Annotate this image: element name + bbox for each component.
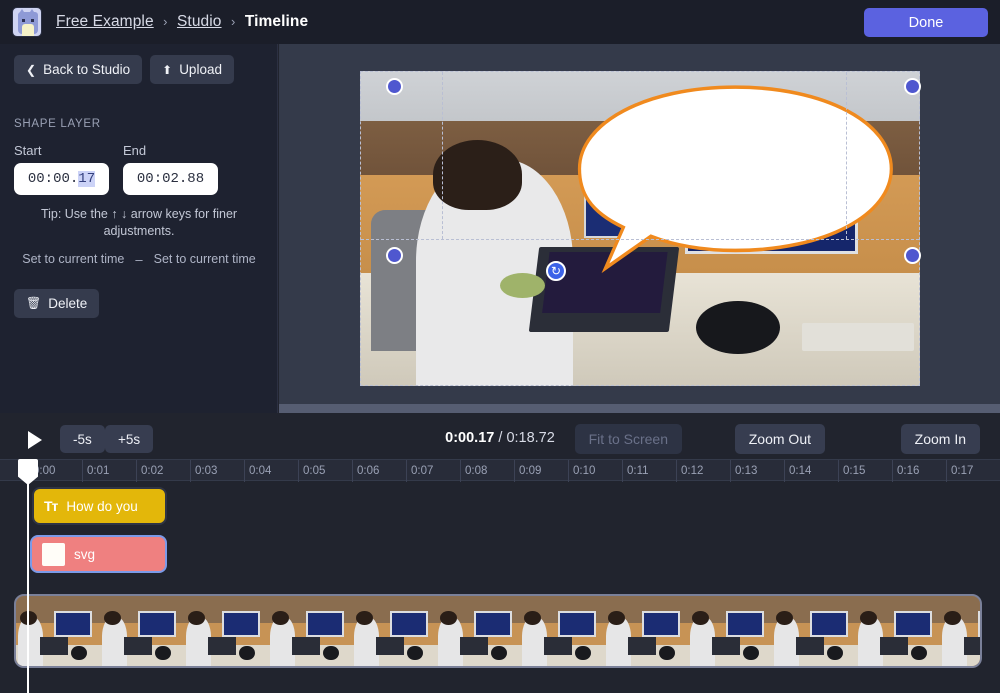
svg-clip-label: svg <box>74 547 95 562</box>
time-separator: / <box>498 430 502 446</box>
zoom-out-button[interactable]: Zoom Out <box>735 424 825 454</box>
resize-handle-bottom-right[interactable] <box>904 247 921 264</box>
ruler-tick: 0:03 <box>190 460 244 482</box>
filmstrip-frame <box>856 596 940 666</box>
ruler-tick: 0:02 <box>136 460 190 482</box>
video-preview-panel: ↻ <box>279 44 1000 413</box>
preview-stage[interactable]: ↻ <box>360 71 920 386</box>
set-row-separator: – <box>135 252 142 267</box>
breadcrumb-root[interactable]: Free Example <box>56 13 154 30</box>
text-tool-icon: Tᴛ <box>44 498 57 514</box>
ruler-tick: 0:06 <box>352 460 406 482</box>
ruler-tick: 0:05 <box>298 460 352 482</box>
end-label: End <box>123 143 218 158</box>
upload-icon: ⬆ <box>162 64 172 76</box>
video-filmstrip-track[interactable] <box>14 594 982 668</box>
time-fields: Start 00:00.17 End 00:02.88 <box>14 143 263 195</box>
layer-section-title: SHAPE LAYER <box>14 118 263 130</box>
time-display: 0:00.17 / 0:18.72 <box>0 430 1000 446</box>
current-time: 0:00.17 <box>445 430 494 446</box>
total-time: 0:18.72 <box>506 430 554 446</box>
ruler-tick: 0:14 <box>784 460 838 482</box>
done-button[interactable]: Done <box>864 8 988 37</box>
svg-thumbnail-icon <box>42 543 65 566</box>
ruler-tick: 0:13 <box>730 460 784 482</box>
text-clip[interactable]: Tᴛ How do you <box>32 487 167 525</box>
start-label: Start <box>14 143 109 158</box>
ruler-tick: 0:12 <box>676 460 730 482</box>
chevron-left-icon: ❮ <box>26 64 36 76</box>
preview-scrollbar[interactable] <box>279 404 1000 413</box>
ruler-tick: 0:01 <box>82 460 136 482</box>
breadcrumb-current: Timeline <box>245 13 308 30</box>
breadcrumb: Free Example › Studio › Timeline <box>56 13 308 31</box>
filmstrip-frame <box>436 596 520 666</box>
ruler-tick: 0:15 <box>838 460 892 482</box>
delete-label: Delete <box>48 296 87 311</box>
upload-label: Upload <box>179 62 222 77</box>
ruler-tick: 0:16 <box>892 460 946 482</box>
breadcrumb-separator-2: › <box>231 14 235 29</box>
set-start-to-current-time[interactable]: Set to current time <box>22 252 124 266</box>
start-field-group: Start 00:00.17 <box>14 143 109 195</box>
ruler-tick: 0:09 <box>514 460 568 482</box>
zoom-in-button[interactable]: Zoom In <box>901 424 980 454</box>
text-clip-label: How do you <box>66 499 137 514</box>
resize-handle-top-left[interactable] <box>386 78 403 95</box>
fit-to-screen-button[interactable]: Fit to Screen <box>575 424 682 454</box>
timeline-lanes: Tᴛ How do you svg <box>0 484 1000 693</box>
delete-layer-button[interactable]: 🗑 Delete <box>14 289 99 318</box>
ruler-tick: 0:11 <box>622 460 676 482</box>
layer-properties-sidebar: ❮ Back to Studio ⬆ Upload SHAPE LAYER St… <box>0 44 278 413</box>
ruler-tick: 0:08 <box>460 460 514 482</box>
filmstrip-frame <box>520 596 604 666</box>
ruler-tick: 0:10 <box>568 460 622 482</box>
timeline-controls: -5s +5s 0:00.17 / 0:18.72 Fit to Screen … <box>0 422 1000 458</box>
timeline-panel: -5s +5s 0:00.17 / 0:18.72 Fit to Screen … <box>0 422 1000 693</box>
filmstrip-frame <box>688 596 772 666</box>
resize-handle-bottom-left[interactable] <box>386 247 403 264</box>
filmstrip-frame <box>100 596 184 666</box>
app-header: Free Example › Studio › Timeline Done <box>0 0 1000 44</box>
set-current-time-row: Set to current time – Set to current tim… <box>14 252 264 267</box>
back-to-studio-button[interactable]: ❮ Back to Studio <box>14 55 142 84</box>
end-time-input[interactable]: 00:02.88 <box>123 163 218 195</box>
filmstrip-frame <box>352 596 436 666</box>
ruler-tick: 0:17 <box>946 460 1000 482</box>
filmstrip-frame <box>772 596 856 666</box>
breadcrumb-separator-1: › <box>163 14 167 29</box>
ruler-tick: 0:07 <box>406 460 460 482</box>
sidebar-top-actions: ❮ Back to Studio ⬆ Upload <box>14 55 263 84</box>
filmstrip-frame <box>268 596 352 666</box>
back-to-studio-label: Back to Studio <box>43 62 130 77</box>
video-editor-app: Free Example › Studio › Timeline Done ❮ … <box>0 0 1000 693</box>
end-field-group: End 00:02.88 <box>123 143 218 195</box>
svg-clip[interactable]: svg <box>30 535 167 573</box>
set-end-to-current-time[interactable]: Set to current time <box>154 252 256 266</box>
filmstrip-frame <box>16 596 100 666</box>
upload-button[interactable]: ⬆ Upload <box>150 55 234 84</box>
filmstrip-frame <box>940 596 982 666</box>
rotate-handle-icon[interactable]: ↻ <box>546 261 566 281</box>
trash-icon: 🗑 <box>26 297 41 309</box>
arrow-key-tip: Tip: Use the ↑ ↓ arrow keys for finer ad… <box>14 206 264 240</box>
start-value-prefix: 00:00. <box>28 171 78 187</box>
filmstrip-frame <box>604 596 688 666</box>
breadcrumb-studio[interactable]: Studio <box>177 13 222 30</box>
resize-handle-top-right[interactable] <box>904 78 921 95</box>
timeline-ruler[interactable]: 0:000:010:020:030:040:050:060:070:080:09… <box>0 459 1000 481</box>
ruler-tick: 0:04 <box>244 460 298 482</box>
start-value-selected: 17 <box>78 171 95 187</box>
cat-avatar <box>12 7 42 37</box>
start-time-input[interactable]: 00:00.17 <box>14 163 109 195</box>
speech-bubble-shape[interactable] <box>573 80 898 275</box>
filmstrip-frame <box>184 596 268 666</box>
